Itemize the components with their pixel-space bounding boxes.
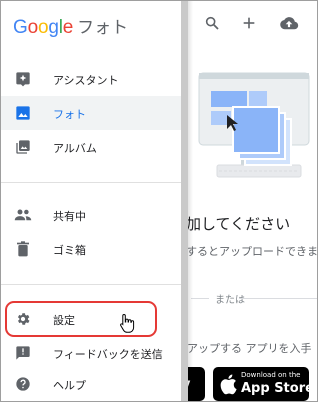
divider xyxy=(1,284,181,285)
app-store-big-text: App Store xyxy=(241,381,314,396)
get-app-text: アップする アプリを入手 xyxy=(187,342,312,355)
sidebar-item-label: アルバム xyxy=(53,142,97,155)
sidebar-item-label: ゴミ箱 xyxy=(53,244,86,257)
sidebar-item-albums[interactable]: アルバム xyxy=(1,130,181,164)
photo-icon xyxy=(14,104,32,122)
sidebar-item-settings[interactable]: 設定 xyxy=(1,302,181,336)
or-separator: または xyxy=(191,291,317,306)
people-icon xyxy=(14,206,32,224)
app-store-badge[interactable]: Download on the App Store xyxy=(213,367,314,401)
drawer-scrollbar[interactable] xyxy=(180,1,188,401)
divider xyxy=(239,298,317,299)
search-icon[interactable] xyxy=(202,13,222,33)
top-toolbar xyxy=(181,1,317,45)
sidebar-item-label: アシスタント xyxy=(53,74,119,87)
divider xyxy=(1,182,181,183)
sidebar-item-label: 共有中 xyxy=(53,210,86,223)
divider xyxy=(191,298,209,299)
apple-icon xyxy=(219,373,237,395)
app-window: 加してください するとアップロードできま または アップする アプリを入手 y … xyxy=(0,0,318,402)
assistant-icon xyxy=(14,70,32,88)
upload-illustration xyxy=(181,63,317,193)
sidebar-item-assistant[interactable]: アシスタント xyxy=(1,62,181,96)
navigation-drawer: Google フォト アシスタント フォト アルバム 共有中 ゴミ箱 設定 フィ… xyxy=(1,1,181,401)
empty-state-subtitle: するとアップロードできま xyxy=(186,245,318,258)
sidebar-item-sharing[interactable]: 共有中 xyxy=(1,198,181,232)
sidebar-item-label: 設定 xyxy=(53,314,75,327)
sidebar-item-photos[interactable]: フォト xyxy=(1,96,181,130)
sidebar-item-trash[interactable]: ゴミ箱 xyxy=(1,232,181,266)
sidebar-item-help[interactable]: ヘルプ xyxy=(1,367,181,401)
add-icon[interactable] xyxy=(239,13,259,33)
trash-icon xyxy=(14,240,32,258)
sidebar-item-feedback[interactable]: フィードバックを送信 xyxy=(1,336,181,370)
sidebar-item-label: フォト xyxy=(53,108,86,121)
app-store-small-text: Download on the xyxy=(241,371,301,379)
sidebar-item-label: ヘルプ xyxy=(53,379,86,392)
album-icon xyxy=(14,138,32,156)
sidebar-item-label: フィードバックを送信 xyxy=(53,348,163,361)
gear-icon xyxy=(14,310,32,328)
empty-state-title: 加してください xyxy=(186,215,291,233)
google-photos-logo[interactable]: Google フォト xyxy=(13,13,129,38)
cloud-upload-icon[interactable] xyxy=(279,13,299,33)
feedback-icon xyxy=(14,344,32,362)
help-icon xyxy=(14,375,32,393)
product-name: フォト xyxy=(77,18,129,38)
google-wordmark: Google xyxy=(13,17,74,38)
